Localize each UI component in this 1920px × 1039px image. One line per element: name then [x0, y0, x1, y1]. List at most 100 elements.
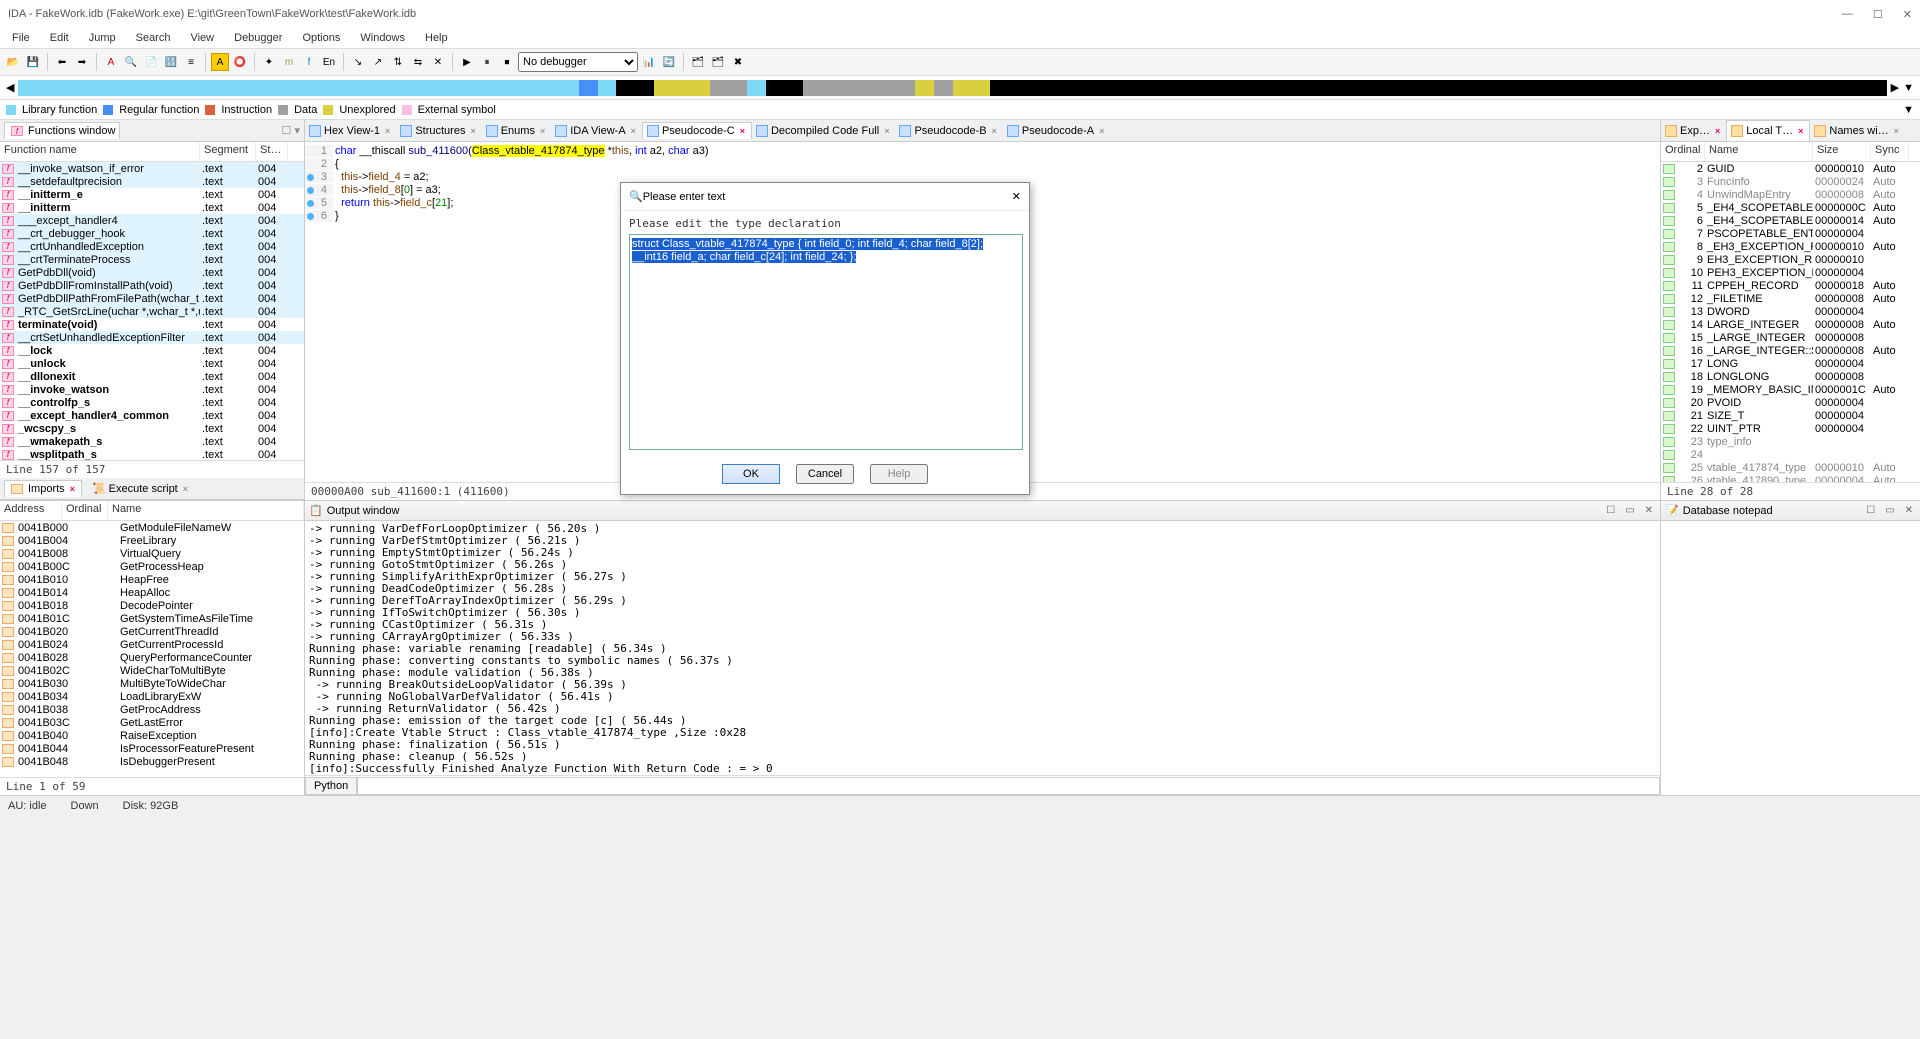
import-row[interactable]: 0041B00CGetProcessHeap — [0, 560, 304, 573]
tool-binary-icon[interactable]: 🔢 — [162, 53, 180, 71]
save-icon[interactable]: 💾 — [24, 53, 42, 71]
tool-h2-icon[interactable]: 🗂 — [709, 53, 727, 71]
tool-text-icon[interactable]: 📄 — [142, 53, 160, 71]
close-icon[interactable]: ✕ — [1903, 8, 1912, 21]
import-row[interactable]: 0041B000GetModuleFileNameW — [0, 521, 304, 534]
tool-en-icon[interactable]: En — [320, 53, 338, 71]
code-tab[interactable]: IDA View-A× — [551, 123, 642, 139]
tab-close-icon[interactable]: × — [1097, 126, 1106, 136]
imports-list[interactable]: 0041B000GetModuleFileNameW0041B004FreeLi… — [0, 521, 304, 777]
python-input[interactable] — [357, 777, 1660, 795]
function-row[interactable]: fGetPdbDllPathFromFilePath(wchar_t cons…… — [0, 292, 304, 305]
import-row[interactable]: 0041B020GetCurrentThreadId — [0, 625, 304, 638]
types-list[interactable]: 2GUID00000010Auto3FuncInfo00000024Auto4U… — [1661, 162, 1920, 482]
type-row[interactable]: 13DWORD00000004 — [1661, 305, 1920, 318]
import-row[interactable]: 0041B03CGetLastError — [0, 716, 304, 729]
tool-star-icon[interactable]: ✦ — [260, 53, 278, 71]
output-text[interactable]: -> running VarDefForLoopOptimizer ( 56.2… — [305, 521, 1660, 775]
right-tab[interactable]: Names wi…× — [1810, 120, 1905, 141]
tab-execute-script[interactable]: 📜 Execute script × — [88, 480, 194, 497]
tab-close-icon[interactable]: × — [383, 126, 392, 136]
import-row[interactable]: 0041B044IsProcessorFeaturePresent — [0, 742, 304, 755]
function-row[interactable]: f__setdefaultprecision.text004 — [0, 175, 304, 188]
output-min-icon[interactable]: ☐ — [1603, 505, 1618, 516]
function-row[interactable]: f__initterm.text004 — [0, 201, 304, 214]
imports-close-icon[interactable]: × — [68, 484, 77, 494]
function-row[interactable]: f_wcscpy_s.text004 — [0, 422, 304, 435]
import-row[interactable]: 0041B034LoadLibraryExW — [0, 690, 304, 703]
code-tab[interactable]: Pseudocode-C× — [642, 122, 752, 139]
tool-circle-icon[interactable]: ⭕ — [231, 53, 249, 71]
function-row[interactable]: f__lock.text004 — [0, 344, 304, 357]
function-row[interactable]: fterminate(void).text004 — [0, 318, 304, 331]
tab-close-icon[interactable]: × — [468, 126, 477, 136]
type-row[interactable]: 14LARGE_INTEGER00000008Auto — [1661, 318, 1920, 331]
menu-help[interactable]: Help — [417, 30, 456, 46]
type-row[interactable]: 22UINT_PTR00000004 — [1661, 422, 1920, 435]
function-row[interactable]: fGetPdbDll(void).text004 — [0, 266, 304, 279]
output-close-icon[interactable]: ✕ — [1642, 505, 1656, 516]
tab-close-icon[interactable]: × — [629, 126, 638, 136]
menu-file[interactable]: File — [4, 30, 38, 46]
type-row[interactable]: 26vtable_417890_type00000004Auto — [1661, 474, 1920, 482]
type-row[interactable]: 2GUID00000010Auto — [1661, 162, 1920, 175]
debug-pause-icon[interactable]: ⏸ — [478, 53, 496, 71]
code-tab[interactable]: Pseudocode-B× — [895, 123, 1002, 139]
type-row[interactable]: 15_LARGE_INTEGER00000008 — [1661, 331, 1920, 344]
code-tab[interactable]: Decompiled Code Full× — [752, 123, 895, 139]
tool-fn-icon[interactable]: f — [300, 53, 318, 71]
type-row[interactable]: 10PEH3_EXCEPTION_REGIS…00000004 — [1661, 266, 1920, 279]
nav-overview[interactable]: ◀ ▶ ▼ — [0, 76, 1920, 100]
notepad-close-icon[interactable]: ✕ — [1902, 505, 1916, 516]
type-row[interactable]: 4UnwindMapEntry00000008Auto — [1661, 188, 1920, 201]
tab-close-icon[interactable]: × — [990, 126, 999, 136]
functions-list[interactable]: f__invoke_watson_if_error.text004f__setd… — [0, 162, 304, 460]
nav-dropdown-icon[interactable]: ▼ — [1903, 82, 1914, 94]
function-row[interactable]: fGetPdbDllFromInstallPath(void).text004 — [0, 279, 304, 292]
function-row[interactable]: f__controlfp_s.text004 — [0, 396, 304, 409]
col-sync[interactable]: Sync — [1871, 142, 1909, 161]
type-row[interactable]: 9EH3_EXCEPTION_REGIST…00000010 — [1661, 253, 1920, 266]
tool-jmp4-icon[interactable]: ⇆ — [409, 53, 427, 71]
type-row[interactable]: 17LONG00000004 — [1661, 357, 1920, 370]
function-row[interactable]: f__unlock.text004 — [0, 357, 304, 370]
menu-windows[interactable]: Windows — [352, 30, 413, 46]
help-button[interactable]: Help — [870, 464, 928, 484]
function-row[interactable]: f__except_handler4_common.text004 — [0, 409, 304, 422]
legend-dropdown-icon[interactable]: ▼ — [1903, 104, 1914, 116]
col-segment[interactable]: Segment — [200, 142, 256, 161]
tool-hex-icon[interactable]: A — [211, 53, 229, 71]
type-row[interactable]: 25vtable_417874_type00000010Auto — [1661, 461, 1920, 474]
function-row[interactable]: f_RTC_GetSrcLine(uchar *,wchar_t *,ulon…… — [0, 305, 304, 318]
import-row[interactable]: 0041B030MultiByteToWideChar — [0, 677, 304, 690]
debug-play-icon[interactable]: ▶ — [458, 53, 476, 71]
ok-button[interactable]: OK — [722, 464, 780, 484]
type-row[interactable]: 3FuncInfo00000024Auto — [1661, 175, 1920, 188]
tool-md-icon[interactable]: m — [280, 53, 298, 71]
type-row[interactable]: 11CPPEH_RECORD00000018Auto — [1661, 279, 1920, 292]
right-tab[interactable]: Exp…× — [1661, 120, 1726, 141]
forward-icon[interactable]: ➡ — [73, 53, 91, 71]
tab-drop-icon[interactable]: ☐ ▾ — [282, 124, 300, 137]
type-row[interactable]: 24 — [1661, 448, 1920, 461]
type-row[interactable]: 16_LARGE_INTEGER::$837…00000008Auto — [1661, 344, 1920, 357]
notepad-body[interactable] — [1661, 521, 1920, 795]
debugger-select[interactable]: No debugger — [518, 52, 638, 72]
import-row[interactable]: 0041B010HeapFree — [0, 573, 304, 586]
notepad-max-icon[interactable]: ▭ — [1882, 505, 1897, 516]
import-row[interactable]: 0041B014HeapAlloc — [0, 586, 304, 599]
back-icon[interactable]: ⬅ — [53, 53, 71, 71]
function-row[interactable]: f___except_handler4.text004 — [0, 214, 304, 227]
import-row[interactable]: 0041B040RaiseException — [0, 729, 304, 742]
maximize-icon[interactable]: ☐ — [1873, 8, 1883, 21]
function-row[interactable]: f__crtUnhandledException.text004 — [0, 240, 304, 253]
tab-imports[interactable]: Imports × — [4, 480, 82, 497]
type-row[interactable]: 5_EH4_SCOPETABLE_RECORD0000000CAuto — [1661, 201, 1920, 214]
tab-close-icon[interactable]: × — [1796, 126, 1805, 136]
open-icon[interactable]: 📂 — [4, 53, 22, 71]
import-row[interactable]: 0041B028QueryPerformanceCounter — [0, 651, 304, 664]
right-tab[interactable]: Local T…× — [1726, 120, 1810, 141]
search-icon[interactable]: 🔍 — [122, 53, 140, 71]
menu-view[interactable]: View — [182, 30, 222, 46]
dialog-textarea[interactable]: struct Class_vtable_417874_type { int fi… — [629, 234, 1023, 450]
